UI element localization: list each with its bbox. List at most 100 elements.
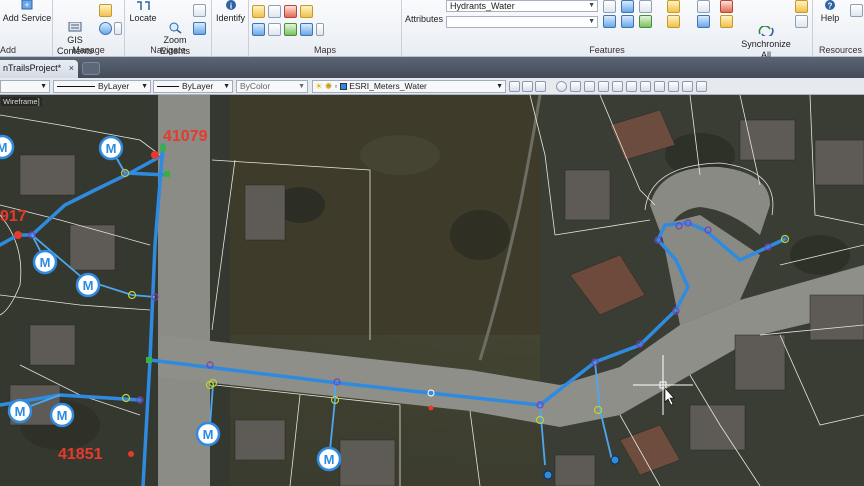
linetype-combo[interactable]: ▼ bbox=[0, 80, 50, 93]
identify-button[interactable]: i Identify bbox=[213, 0, 248, 24]
features-tool-10-icon[interactable] bbox=[667, 15, 680, 28]
pan-hand-icon[interactable] bbox=[193, 4, 206, 17]
features-tool-1-icon[interactable] bbox=[603, 0, 616, 13]
locate-label: Locate bbox=[129, 13, 157, 23]
hydrant bbox=[151, 151, 159, 159]
features-tool-7-icon[interactable] bbox=[603, 15, 616, 28]
help-button[interactable]: ? Help bbox=[815, 0, 845, 24]
features-tool-13-icon[interactable] bbox=[795, 0, 808, 13]
meter-symbol-letter: M bbox=[83, 278, 94, 293]
zoom-window-icon[interactable] bbox=[193, 22, 206, 35]
lightbulb-icon: ☀ bbox=[315, 81, 323, 91]
close-icon[interactable]: × bbox=[69, 60, 74, 76]
maps-tool-5-icon[interactable] bbox=[252, 23, 265, 36]
layer-tool-9-icon[interactable] bbox=[626, 81, 637, 92]
features-tool-4-icon[interactable] bbox=[667, 0, 680, 13]
layer-combo[interactable]: Hydrants_Water ▼ bbox=[446, 0, 598, 12]
layer-combo-value: Hydrants_Water bbox=[450, 1, 515, 11]
add-service-label: Add Service bbox=[2, 13, 52, 23]
locate-button[interactable]: Locate bbox=[126, 0, 160, 24]
house bbox=[809, 294, 864, 341]
linetype-1-value: ByLayer bbox=[98, 81, 130, 91]
help-icon: ? bbox=[820, 0, 840, 12]
layer-tool-12-icon[interactable] bbox=[668, 81, 679, 92]
layer-tool-5-icon[interactable] bbox=[570, 81, 581, 92]
layer-tool-11-icon[interactable] bbox=[654, 81, 665, 92]
manage-edit-icon[interactable] bbox=[99, 4, 112, 17]
group-label-add: Add bbox=[0, 45, 17, 55]
features-tool-2-icon[interactable] bbox=[621, 0, 634, 13]
help-label: Help bbox=[820, 13, 840, 23]
maps-tool-7-icon[interactable] bbox=[284, 23, 297, 36]
chevron-down-icon: ▼ bbox=[40, 83, 47, 90]
water-meter-symbol[interactable]: M bbox=[32, 249, 58, 275]
maps-tool-2-icon[interactable] bbox=[268, 5, 281, 18]
layer-tool-10-icon[interactable] bbox=[640, 81, 651, 92]
maps-dropdown-icon[interactable] bbox=[316, 23, 324, 36]
tree-cluster bbox=[790, 235, 850, 275]
maps-tool-4-icon[interactable] bbox=[300, 5, 313, 18]
maps-tool-6-icon[interactable] bbox=[268, 23, 281, 36]
features-tool-11-icon[interactable] bbox=[697, 15, 710, 28]
ribbon-group-features: Attributes Hydrants_Water ▼ ▼ Synchroniz… bbox=[402, 0, 813, 60]
map-drawing: M M M M M M M M 41079 917 41851 bbox=[0, 95, 864, 486]
layer-tool-3-icon[interactable] bbox=[535, 81, 546, 92]
house bbox=[244, 184, 286, 241]
features-tool-12-icon[interactable] bbox=[720, 15, 733, 28]
features-tool-5-icon[interactable] bbox=[697, 0, 710, 13]
hydrant bbox=[128, 451, 134, 457]
ribbon-group-add: + Add Service Add bbox=[0, 0, 53, 57]
features-tool-6-icon[interactable] bbox=[720, 0, 733, 13]
water-meter-symbol[interactable]: M bbox=[7, 398, 33, 424]
manage-globe-icon[interactable] bbox=[99, 22, 112, 35]
layer-tool-6-icon[interactable] bbox=[584, 81, 595, 92]
water-meter-symbol[interactable]: M bbox=[316, 446, 342, 472]
features-tool-8-icon[interactable] bbox=[621, 15, 634, 28]
ribbon-group-resources: ? Help Resources bbox=[813, 0, 864, 57]
manage-dropdown-icon[interactable] bbox=[114, 22, 122, 35]
identify-icon: i bbox=[221, 0, 241, 12]
junction bbox=[146, 357, 152, 363]
map-canvas[interactable]: M M M M M M M M 41079 917 41851 Wirefram… bbox=[0, 95, 864, 486]
layer-tool-8-icon[interactable] bbox=[612, 81, 623, 92]
attributes-button[interactable]: Attributes bbox=[402, 14, 446, 25]
house bbox=[234, 419, 286, 461]
water-meter-symbol[interactable]: M bbox=[98, 135, 124, 161]
layer-tool-14-icon[interactable] bbox=[696, 81, 707, 92]
subtype-combo[interactable]: ▼ bbox=[446, 16, 598, 28]
layer-tool-4-icon[interactable] bbox=[556, 81, 567, 92]
group-label-maps: Maps bbox=[313, 45, 336, 55]
document-tab[interactable]: nTrailsProject* × bbox=[0, 60, 78, 78]
layer-tool-13-icon[interactable] bbox=[682, 81, 693, 92]
plotstyle-combo[interactable]: ByColor ▼ bbox=[236, 80, 308, 93]
layer-combo[interactable]: ☀ ✺ ▫ ESRI_Meters_Water ▼ bbox=[312, 80, 506, 93]
junction bbox=[164, 171, 170, 177]
water-meter-symbol[interactable]: M bbox=[0, 134, 15, 160]
meter-symbol-letter: M bbox=[324, 452, 335, 467]
water-meter-symbol[interactable]: M bbox=[75, 272, 101, 298]
features-tool-3-icon[interactable] bbox=[639, 0, 652, 13]
maps-tool-1-icon[interactable] bbox=[252, 5, 265, 18]
linetype-bylayer-combo[interactable]: ByLayer ▼ bbox=[53, 80, 151, 93]
lineweight-bylayer-combo[interactable]: ByLayer ▼ bbox=[153, 80, 233, 93]
layer-tool-2-icon[interactable] bbox=[522, 81, 533, 92]
features-tool-14-icon[interactable] bbox=[795, 15, 808, 28]
resources-tool-icon[interactable] bbox=[850, 4, 863, 17]
svg-text:+: + bbox=[24, 0, 29, 10]
water-meter-symbol[interactable]: M bbox=[49, 402, 75, 428]
features-tool-9-icon[interactable] bbox=[639, 15, 652, 28]
house bbox=[734, 334, 786, 391]
hydrant bbox=[14, 231, 22, 239]
layer-tool-7-icon[interactable] bbox=[598, 81, 609, 92]
layer-tool-1-icon[interactable] bbox=[509, 81, 520, 92]
add-service-button[interactable]: + Add Service bbox=[2, 0, 52, 24]
new-tab-button[interactable] bbox=[82, 62, 100, 75]
maps-tool-8-icon[interactable] bbox=[300, 23, 313, 36]
house bbox=[554, 454, 596, 486]
lock-icon: ▫ bbox=[334, 81, 338, 91]
maps-tool-3-icon[interactable] bbox=[284, 5, 297, 18]
viewport-label[interactable]: Wireframe] bbox=[1, 97, 42, 106]
water-meter-symbol[interactable]: M bbox=[195, 421, 221, 447]
synchronize-icon bbox=[756, 15, 776, 38]
chevron-down-icon: ▼ bbox=[141, 83, 148, 90]
